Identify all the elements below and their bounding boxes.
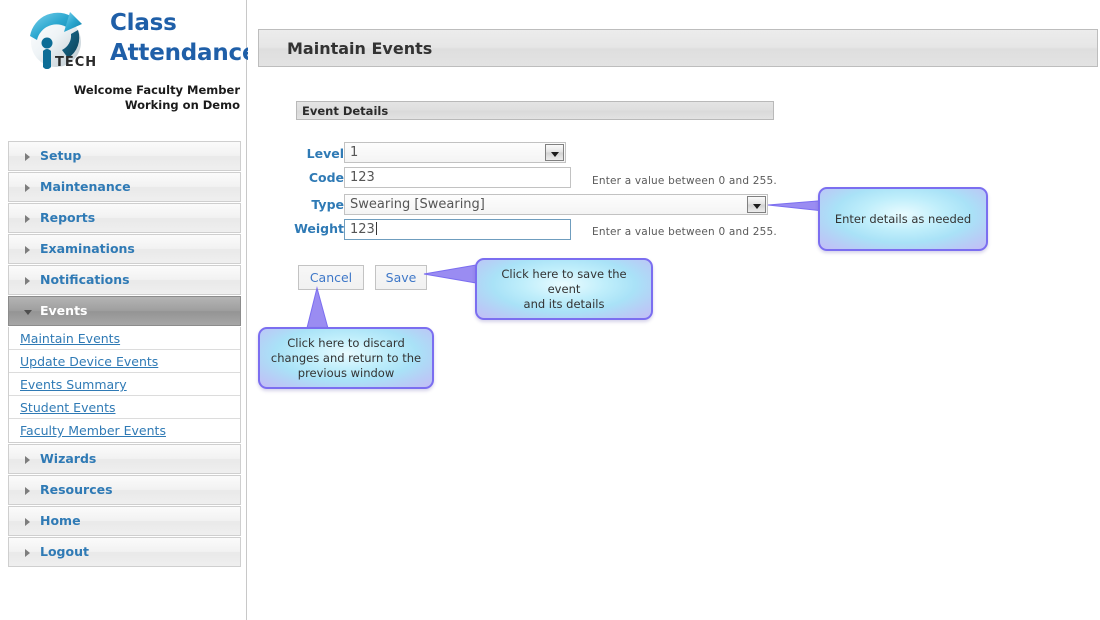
type-label: Type <box>311 197 344 212</box>
sidebar-item-label: Examinations <box>40 241 135 256</box>
main-content: Maintain Events Event Details Level 1 Co… <box>248 0 1100 620</box>
sidebar-sublink[interactable]: Maintain Events <box>20 331 120 346</box>
sidebar-subnav-events: Maintain Events Update Device Events Eve… <box>8 327 241 443</box>
callout-line-1: Click here to save the event <box>501 266 627 296</box>
section-title: Event Details <box>302 104 389 118</box>
chevron-right-icon <box>25 518 30 526</box>
code-input-value: 123 <box>350 170 375 185</box>
callout-text: Click here to discard changes and return… <box>271 336 421 381</box>
sidebar-sublink[interactable]: Student Events <box>20 400 116 415</box>
sidebar-item-logout[interactable]: Logout <box>8 537 241 567</box>
sidebar-sublink[interactable]: Events Summary <box>20 377 127 392</box>
sidebar-item-label: Logout <box>40 544 89 559</box>
welcome-context: Working on Demo <box>124 98 240 112</box>
chevron-right-icon <box>25 246 30 254</box>
level-select[interactable]: 1 <box>344 142 566 163</box>
sidebar-item-label: Resources <box>40 482 113 497</box>
page-header-bar: Maintain Events <box>258 29 1098 67</box>
cancel-button[interactable]: Cancel <box>298 265 364 290</box>
weight-input-value: 123 <box>350 222 375 237</box>
sidebar-nav: Setup Maintenance Reports Examinations N… <box>8 141 241 568</box>
callout-line-1: Click here to discard <box>287 335 405 350</box>
sidebar-item-label: Events <box>40 303 88 318</box>
chevron-down-icon[interactable] <box>545 144 564 161</box>
chevron-down-icon[interactable] <box>747 196 766 213</box>
sidebar-item-maintain-events[interactable]: Maintain Events <box>9 327 240 350</box>
sidebar-item-label: Notifications <box>40 272 130 287</box>
sidebar-item-notifications[interactable]: Notifications <box>8 265 241 295</box>
sidebar-item-setup[interactable]: Setup <box>8 141 241 171</box>
sidebar-sublink[interactable]: Faculty Member Events <box>20 423 166 438</box>
chevron-right-icon <box>25 456 30 464</box>
sidebar-item-update-device-events[interactable]: Update Device Events <box>9 350 240 373</box>
sidebar-item-label: Home <box>40 513 81 528</box>
brand-title-line1: Class <box>110 10 177 36</box>
callout-enter-details: Enter details as needed <box>818 187 988 251</box>
callout-cancel-hint: Click here to discard changes and return… <box>258 327 434 389</box>
page-title: Maintain Events <box>287 39 433 58</box>
level-select-value: 1 <box>350 145 359 160</box>
app-root: TECH Class Attendance Welcome Faculty Me… <box>0 0 1100 620</box>
weight-label: Weight <box>294 221 344 236</box>
weight-input[interactable]: 123 <box>344 219 571 240</box>
callout-text: Enter details as needed <box>834 211 972 226</box>
sidebar-item-label: Maintenance <box>40 179 131 194</box>
chevron-right-icon <box>25 549 30 557</box>
sidebar-item-label: Reports <box>40 210 96 225</box>
type-select-value: Swearing [Swearing] <box>350 197 485 212</box>
sidebar-item-home[interactable]: Home <box>8 506 241 536</box>
type-select[interactable]: Swearing [Swearing] <box>344 194 768 215</box>
save-button[interactable]: Save <box>375 265 427 290</box>
chevron-right-icon <box>25 215 30 223</box>
sidebar-item-reports[interactable]: Reports <box>8 203 241 233</box>
text-caret <box>375 222 377 235</box>
sidebar: TECH Class Attendance Welcome Faculty Me… <box>0 0 258 620</box>
sidebar-item-faculty-member-events[interactable]: Faculty Member Events <box>9 419 240 442</box>
sidebar-item-label: Wizards <box>40 451 97 466</box>
sidebar-item-events-summary[interactable]: Events Summary <box>9 373 240 396</box>
svg-text:TECH: TECH <box>55 55 97 70</box>
callout-line-2: and its details <box>523 296 605 311</box>
chevron-right-icon <box>25 153 30 161</box>
level-label: Level <box>306 146 344 161</box>
weight-hint: Enter a value between 0 and 255. <box>592 226 777 238</box>
chevron-right-icon <box>25 184 30 192</box>
chevron-right-icon <box>25 277 30 285</box>
sidebar-sublink[interactable]: Update Device Events <box>20 354 158 369</box>
sidebar-item-examinations[interactable]: Examinations <box>8 234 241 264</box>
welcome-text: Welcome Faculty Member Working on Demo <box>0 83 240 113</box>
brand-title-line2: Attendance <box>110 40 258 66</box>
callout-text: Click here to save the event and its det… <box>485 267 643 312</box>
callout-line-3: previous window <box>297 365 395 380</box>
chevron-right-icon <box>25 487 30 495</box>
welcome-user: Welcome Faculty Member <box>73 83 240 97</box>
page-brand-title: Class Attendance <box>110 8 258 68</box>
sidebar-item-resources[interactable]: Resources <box>8 475 241 505</box>
iptech-globe-arrow-logo: TECH <box>16 6 112 78</box>
code-hint: Enter a value between 0 and 255. <box>592 175 777 187</box>
chevron-down-icon <box>24 310 32 315</box>
sidebar-item-label: Setup <box>40 148 82 163</box>
sidebar-item-maintenance[interactable]: Maintenance <box>8 172 241 202</box>
code-input[interactable]: 123 <box>344 167 571 188</box>
section-header-event-details: Event Details <box>296 101 774 120</box>
callout-save-hint: Click here to save the event and its det… <box>475 258 653 320</box>
callout-line-2: changes and return to the <box>270 350 422 365</box>
sidebar-item-student-events[interactable]: Student Events <box>9 396 240 419</box>
sidebar-item-events[interactable]: Events <box>8 296 241 326</box>
brand-header: TECH Class Attendance <box>0 0 258 80</box>
sidebar-item-wizards[interactable]: Wizards <box>8 444 241 474</box>
code-label: Code <box>308 170 344 185</box>
